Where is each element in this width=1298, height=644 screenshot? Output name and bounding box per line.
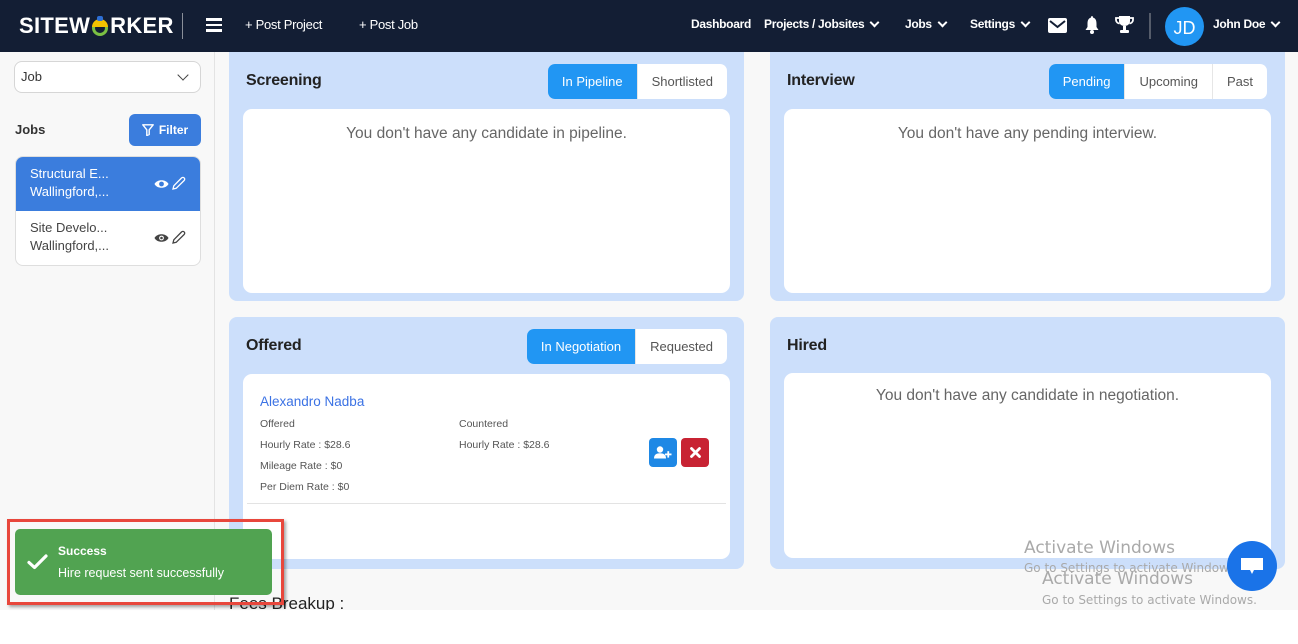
nav-dashboard-label: Dashboard [691, 17, 751, 31]
navbar-divider [182, 13, 183, 39]
user-name: John Doe [1213, 17, 1266, 31]
user-plus-icon [654, 446, 672, 459]
hire-button[interactable] [649, 438, 677, 467]
filter-icon [141, 124, 154, 136]
interview-tabs: Pending Upcoming Past [1048, 64, 1267, 99]
countered-column: Countered Hourly Rate : $28.6 [459, 414, 549, 456]
chevron-down-icon [937, 17, 948, 27]
empty-message: You don't have any candidate in negotiat… [875, 387, 1180, 404]
sitewoker-logo[interactable]: SITEW RKER [19, 13, 174, 39]
chat-button[interactable] [1227, 541, 1277, 591]
post-project-link[interactable]: + Post Project [245, 17, 322, 32]
job-type-select-value: Job [21, 69, 42, 84]
empty-message: You don't have any pending interview. [897, 125, 1158, 142]
main-content: Screening In Pipeline Shortlisted You do… [215, 52, 1298, 610]
tab-shortlisted[interactable]: Shortlisted [636, 64, 727, 99]
filter-button[interactable]: Filter [129, 114, 201, 146]
offered-hourly-rate: Hourly Rate : $28.6 [260, 439, 351, 451]
tab-past[interactable]: Past [1211, 64, 1267, 99]
tab-upcoming[interactable]: Upcoming [1124, 64, 1212, 99]
checkmark-icon [27, 554, 48, 570]
offered-mileage-rate: Mileage Rate : $0 [260, 460, 343, 472]
interview-panel: Interview Pending Upcoming Past You don'… [770, 52, 1285, 301]
nav-settings-dropdown[interactable]: Settings [970, 17, 1031, 31]
screening-body: You don't have any candidate in pipeline… [243, 109, 730, 293]
nav-jobs-dropdown[interactable]: Jobs [905, 17, 948, 31]
chat-bubble-icon [1241, 558, 1263, 574]
eye-icon[interactable] [154, 179, 169, 189]
reject-button[interactable] [681, 438, 709, 467]
tab-pending[interactable]: Pending [1048, 64, 1125, 99]
card-divider [247, 503, 726, 504]
tab-requested[interactable]: Requested [635, 329, 727, 364]
jobs-label: Jobs [15, 122, 46, 137]
candidate-card: Alexandro Nadba Offered Hourly Rate : $2… [243, 374, 730, 559]
panel-title: Interview [787, 72, 855, 89]
candidate-name-link[interactable]: Alexandro Nadba [260, 394, 364, 409]
nav-settings-label: Settings [970, 17, 1015, 31]
chevron-down-icon [177, 69, 189, 81]
offered-column: Offered Hourly Rate : $28.6 Mileage Rate… [260, 414, 350, 498]
toast-title: Success [58, 544, 107, 558]
chevron-down-icon [1020, 17, 1031, 27]
job-list: Structural E... Wallingford,... Site Dev… [15, 156, 201, 266]
nav-projects-label: Projects / Jobsites [764, 17, 865, 31]
tab-in-negotiation[interactable]: In Negotiation [526, 329, 636, 364]
helmet-logo-icon [91, 16, 109, 36]
avatar[interactable]: JD [1165, 7, 1204, 46]
logo-text-left: SITEW [19, 13, 91, 38]
screening-panel: Screening In Pipeline Shortlisted You do… [229, 52, 744, 301]
post-job-link[interactable]: + Post Job [359, 17, 418, 32]
chevron-down-icon [1270, 17, 1281, 27]
countered-hourly-rate: Hourly Rate : $28.6 [459, 439, 550, 451]
user-menu-dropdown[interactable]: John Doe [1213, 17, 1281, 31]
interview-body: You don't have any pending interview. [784, 109, 1271, 293]
offered-panel: Offered In Negotiation Requested Alexand… [229, 317, 744, 569]
mail-icon[interactable] [1048, 18, 1067, 33]
navbar-separator [1149, 13, 1151, 39]
top-navbar: SITEW RKER + Post Project + Post Job Das… [0, 0, 1298, 52]
panel-title: Screening [246, 72, 322, 89]
screening-tabs: In Pipeline Shortlisted [547, 64, 727, 99]
job-list-item[interactable]: Structural E... Wallingford,... [16, 157, 200, 211]
nav-dashboard[interactable]: Dashboard [691, 17, 751, 31]
offered-label: Offered [260, 418, 295, 430]
success-toast[interactable]: Success Hire request sent successfully [15, 529, 272, 595]
pencil-icon[interactable] [171, 230, 186, 245]
panel-title: Offered [246, 337, 302, 354]
logo-text-right: RKER [110, 13, 174, 38]
offered-per-diem-rate: Per Diem Rate : $0 [260, 481, 350, 493]
pencil-icon[interactable] [171, 176, 186, 191]
hired-panel: Hired You don't have any candidate in ne… [770, 317, 1285, 569]
nav-projects-dropdown[interactable]: Projects / Jobsites [764, 17, 880, 31]
nav-jobs-label: Jobs [905, 17, 932, 31]
countered-label: Countered [459, 418, 509, 430]
panel-title: Hired [787, 337, 827, 354]
eye-icon[interactable] [154, 233, 169, 243]
filter-label: Filter [158, 123, 189, 137]
tab-in-pipeline[interactable]: In Pipeline [547, 64, 637, 99]
hired-body: You don't have any candidate in negotiat… [784, 373, 1271, 558]
job-type-select[interactable]: Job [14, 61, 201, 93]
chevron-down-icon [869, 17, 880, 27]
bell-icon[interactable] [1085, 16, 1099, 34]
toast-message: Hire request sent successfully [58, 566, 225, 580]
page-bottom-area [0, 610, 1298, 644]
job-list-item[interactable]: Site Develo... Wallingford,... [16, 211, 200, 265]
hamburger-menu-icon[interactable] [206, 18, 222, 32]
trophy-icon[interactable] [1115, 16, 1134, 34]
close-icon [689, 447, 701, 458]
empty-message: You don't have any candidate in pipeline… [346, 125, 627, 142]
offered-tabs: In Negotiation Requested [526, 329, 727, 364]
